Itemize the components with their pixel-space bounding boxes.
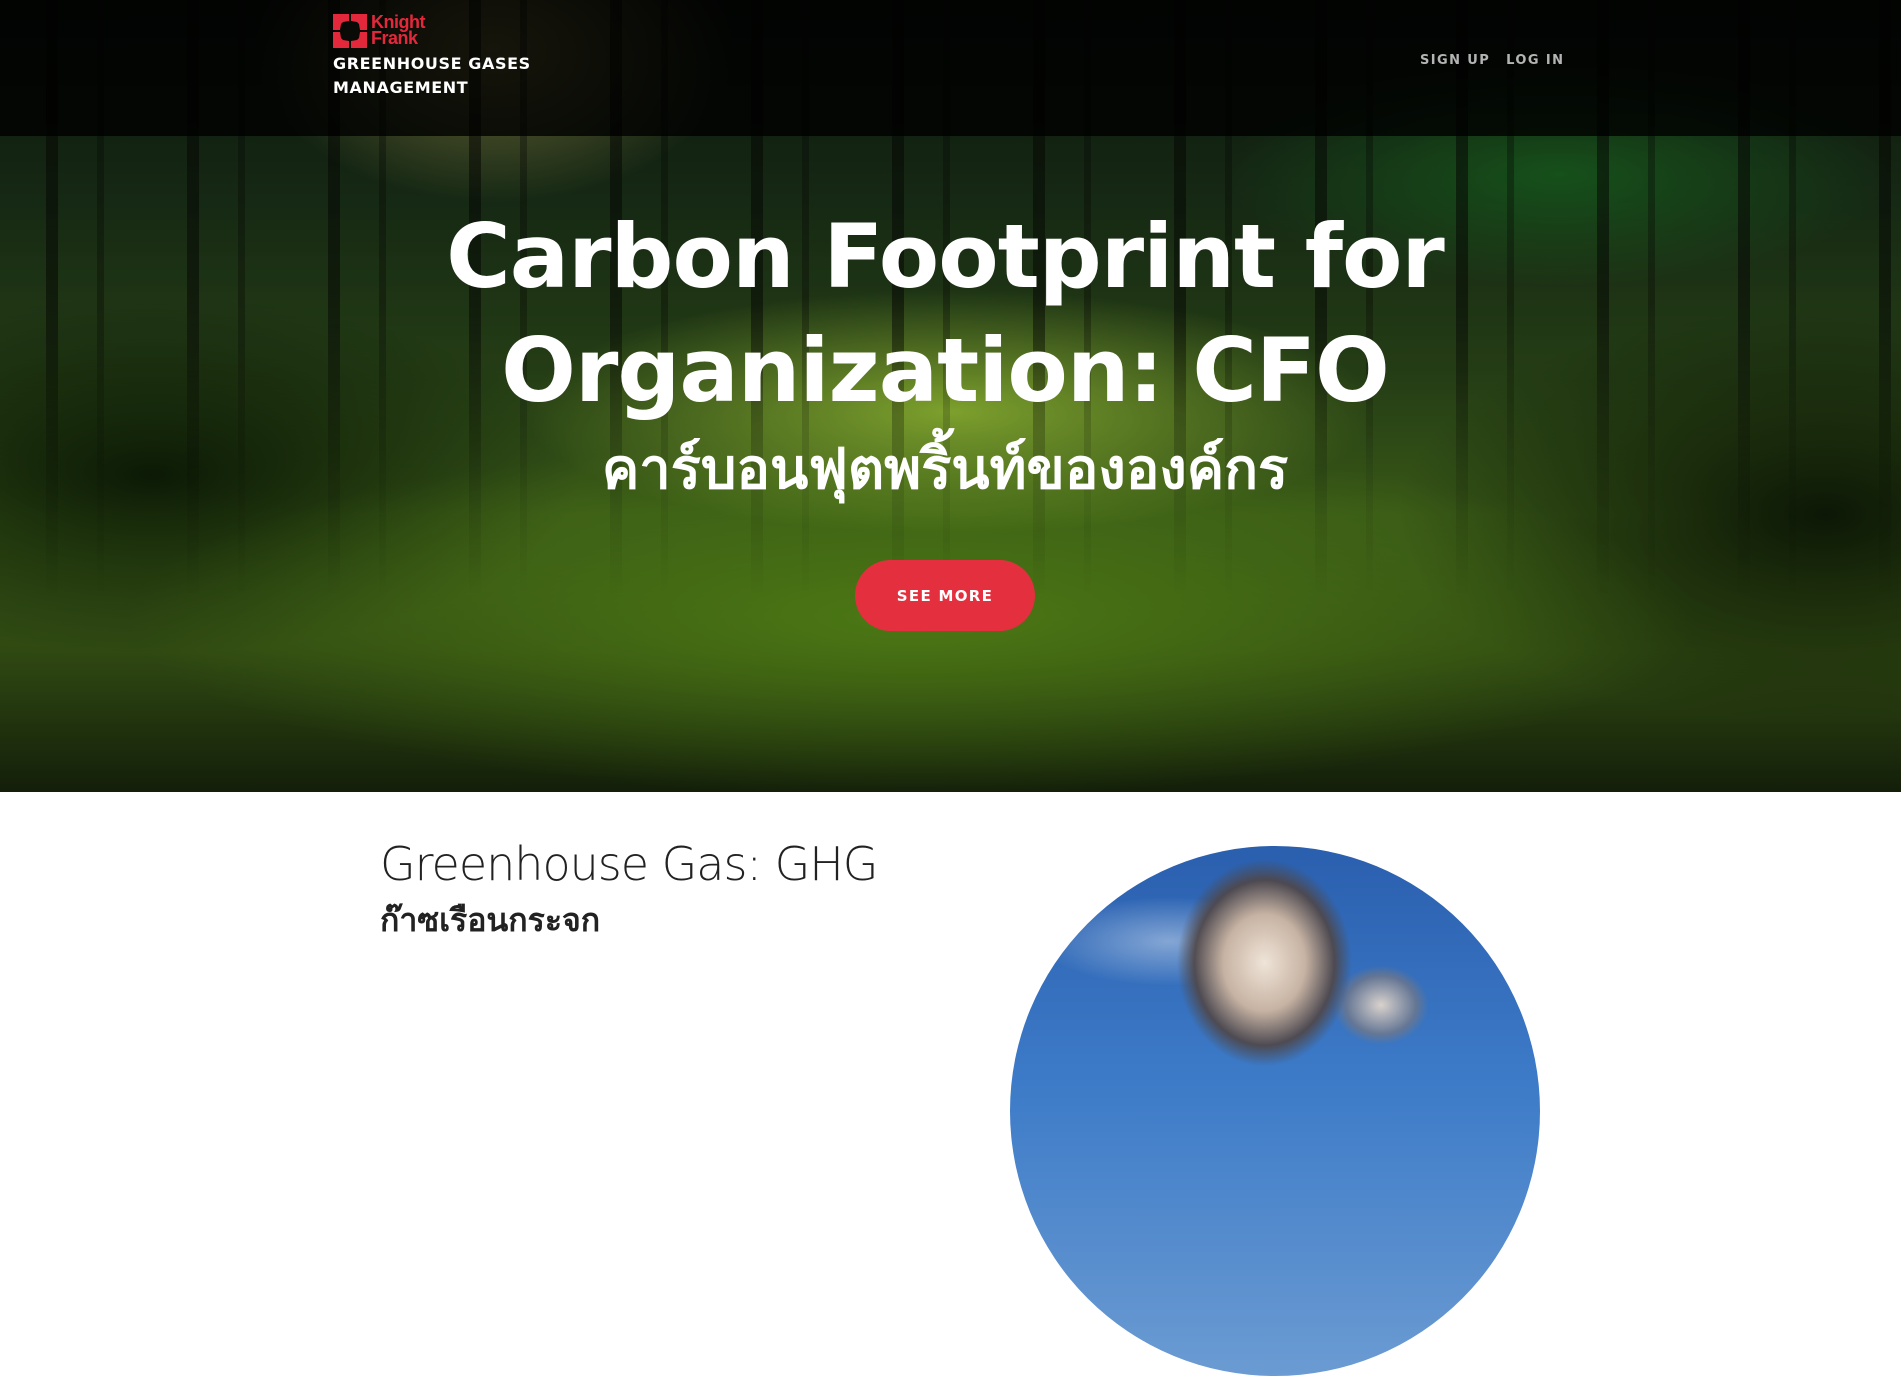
log-in-link[interactable]: LOG IN <box>1506 53 1564 68</box>
see-more-button[interactable]: SEE MORE <box>855 560 1035 631</box>
knight-frank-logo[interactable]: Knight Frank <box>333 13 563 48</box>
hero-subtitle: คาร์บอนฟุตพริ้นท์ขององค์กร <box>601 437 1289 502</box>
sky-clouds-image <box>1010 846 1540 1376</box>
logo-text-line2: Frank <box>371 28 418 48</box>
nav-links: SIGN UP LOG IN <box>1420 53 1564 68</box>
brand[interactable]: Knight Frank GREENHOUSE GASES MANAGEMENT <box>333 13 563 100</box>
ghg-subheading: ก๊าซเรือนกระจก <box>380 901 601 939</box>
sign-up-link[interactable]: SIGN UP <box>1420 53 1490 68</box>
top-navbar: Knight Frank GREENHOUSE GASES MANAGEMENT… <box>0 0 1901 136</box>
hero-title: Carbon Footprint for Organization: CFO <box>446 205 1445 422</box>
knight-frank-logo-text: Knight Frank <box>371 13 425 48</box>
ghg-heading: Greenhouse Gas: GHG <box>380 837 878 891</box>
site-title[interactable]: GREENHOUSE GASES MANAGEMENT <box>333 52 563 100</box>
knight-frank-logo-mark-icon <box>333 14 367 48</box>
